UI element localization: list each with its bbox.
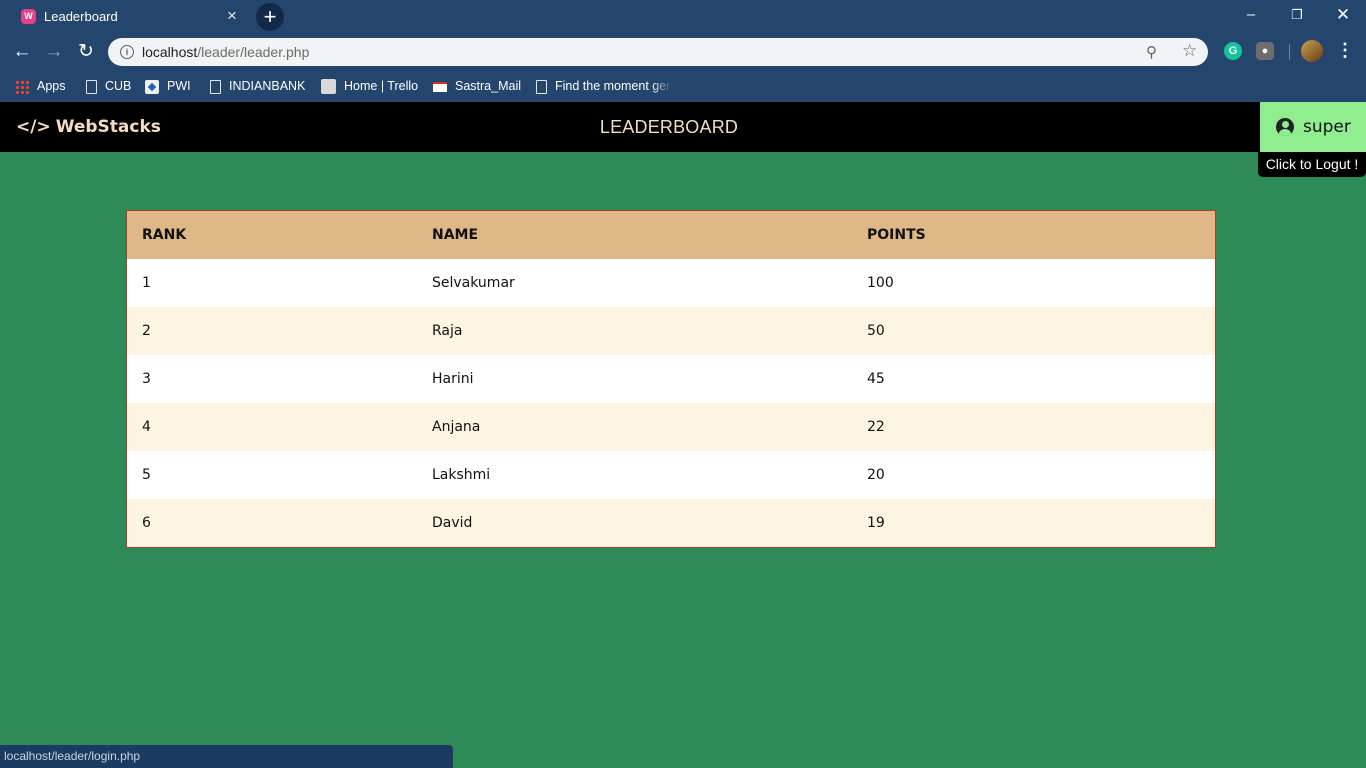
restore-icon[interactable]: ❐ <box>1282 4 1312 26</box>
table-row: 1 Selvakumar 100 <box>126 259 1216 307</box>
rank-cell: 1 <box>126 259 417 307</box>
back-arrow-icon[interactable]: ← <box>9 39 35 65</box>
rank-cell: 6 <box>126 499 417 548</box>
apps-grid-icon <box>15 79 29 94</box>
user-circle-icon <box>1276 118 1294 136</box>
pwi-icon <box>145 79 159 94</box>
bookmarks-bar: Apps CUB PWI INDIANBANK Home | Trello Sa… <box>0 70 1366 102</box>
tab-close-icon[interactable]: × <box>224 7 240 25</box>
site-header: </> WebStacks LEADERBOARD super <box>0 102 1366 152</box>
new-tab-button[interactable]: + <box>256 3 284 31</box>
tab-title: Leaderboard <box>44 9 118 24</box>
status-bar-url: localhost/leader/login.php <box>0 745 453 768</box>
name-cell: Harini <box>417 355 852 403</box>
rank-cell: 4 <box>126 403 417 451</box>
rank-cell: 3 <box>126 355 417 403</box>
bookmark-cub[interactable]: CUB <box>86 77 131 95</box>
column-header-name: NAME <box>417 210 852 259</box>
reload-icon[interactable]: ↻ <box>73 39 99 65</box>
url-path: /leader/leader.php <box>197 44 310 60</box>
page-title: LEADERBOARD <box>599 117 739 137</box>
zoom-out-icon[interactable]: ⚲ <box>1146 43 1157 61</box>
minimize-icon[interactable]: – <box>1236 4 1266 26</box>
bookmark-pwi[interactable]: PWI <box>145 77 191 95</box>
name-cell: Raja <box>417 307 852 355</box>
username-label: super <box>1303 117 1351 137</box>
bookmark-find-moment[interactable]: Find the moment gen <box>536 77 672 95</box>
url-host: localhost <box>142 44 198 60</box>
bookmark-apps[interactable]: Apps <box>15 77 66 95</box>
grammarly-extension-icon[interactable]: G <box>1224 42 1242 60</box>
toolbar-divider <box>1289 44 1290 60</box>
points-cell: 19 <box>852 499 1216 548</box>
bookmark-label: Sastra_Mail <box>455 79 521 93</box>
rank-cell: 5 <box>126 451 417 499</box>
bookmark-trello[interactable]: Home | Trello <box>321 77 418 95</box>
trello-icon <box>321 79 336 95</box>
column-header-points: POINTS <box>852 210 1216 259</box>
bookmark-indianbank[interactable]: INDIANBANK <box>210 77 305 95</box>
bookmark-label: INDIANBANK <box>229 79 306 93</box>
password-extension-icon[interactable]: ● <box>1256 42 1274 60</box>
close-window-icon[interactable]: ✕ <box>1328 4 1358 26</box>
logout-tooltip: Click to Logut ! <box>1258 152 1366 177</box>
table-header-row: RANK NAME POINTS <box>126 210 1216 259</box>
address-url[interactable]: localhost/leader/leader.php <box>142 44 309 60</box>
bookmark-star-icon[interactable]: ☆ <box>1182 41 1197 61</box>
name-cell: David <box>417 499 852 548</box>
table-row: 4 Anjana 22 <box>126 403 1216 451</box>
leaderboard-table: RANK NAME POINTS 1 Selvakumar 100 2 Raja… <box>126 210 1216 548</box>
points-cell: 22 <box>852 403 1216 451</box>
name-cell: Selvakumar <box>417 259 852 307</box>
profile-avatar[interactable] <box>1301 40 1323 62</box>
bookmark-label: PWI <box>167 79 191 93</box>
points-cell: 20 <box>852 451 1216 499</box>
table-row: 5 Lakshmi 20 <box>126 451 1216 499</box>
user-logout-button[interactable]: super <box>1260 102 1366 152</box>
name-cell: Lakshmi <box>417 451 852 499</box>
bookmark-label: Home | Trello <box>344 79 419 93</box>
bookmark-label: Apps <box>37 79 66 93</box>
browser-toolbar: ← → ↻ i localhost/leader/leader.php ⚲ ☆ … <box>0 34 1366 70</box>
table-row: 2 Raja 50 <box>126 307 1216 355</box>
points-cell: 100 <box>852 259 1216 307</box>
points-cell: 50 <box>852 307 1216 355</box>
bookmark-sastra-mail[interactable]: Sastra_Mail <box>433 77 521 95</box>
browser-titlebar: W Leaderboard × + – ❐ ✕ <box>0 0 1366 34</box>
table-row: 3 Harini 45 <box>126 355 1216 403</box>
browser-menu-icon[interactable]: ⋮ <box>1336 40 1354 61</box>
table-row: 6 David 19 <box>126 499 1216 548</box>
forward-arrow-icon[interactable]: → <box>41 39 67 65</box>
site-info-icon[interactable]: i <box>120 45 134 59</box>
column-header-rank: RANK <box>126 210 417 259</box>
page-icon <box>536 79 547 94</box>
points-cell: 45 <box>852 355 1216 403</box>
browser-tab-active[interactable]: W Leaderboard × <box>8 0 246 34</box>
site-favicon-icon: W <box>21 9 36 24</box>
bookmark-label: CUB <box>105 79 132 93</box>
rank-cell: 2 <box>126 307 417 355</box>
name-cell: Anjana <box>417 403 852 451</box>
page-icon <box>210 79 221 94</box>
address-bar[interactable]: i localhost/leader/leader.php ⚲ ☆ <box>108 38 1208 66</box>
page-icon <box>86 79 97 94</box>
gmail-icon <box>433 81 447 92</box>
bookmark-label: Find the moment gen <box>555 79 672 93</box>
